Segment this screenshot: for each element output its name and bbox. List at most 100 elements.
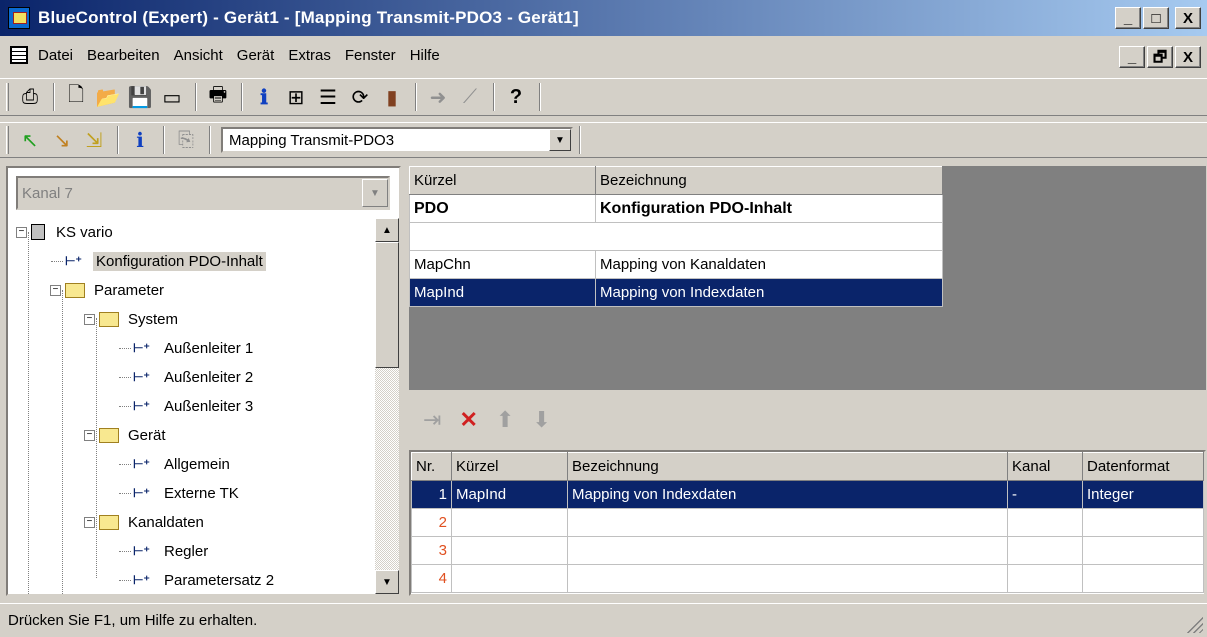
menu-hilfe[interactable]: Hilfe (410, 47, 440, 64)
tree-item[interactable]: ⊢⁺ Regler (119, 537, 211, 565)
column-header-bezeichnung[interactable]: Bezeichnung (595, 166, 943, 195)
column-header-datenformat[interactable]: Datenformat (1082, 452, 1204, 481)
tree-item[interactable]: ⊢⁺ Außenleiter 1 (119, 334, 256, 362)
menu-ansicht[interactable]: Ansicht (174, 47, 223, 64)
scroll-up-icon[interactable]: ▲ (375, 218, 399, 242)
tree-item[interactable]: ⊢⁺ Außenleiter 3 (119, 392, 256, 420)
tree-guide (28, 232, 29, 594)
tree-item[interactable]: − Parameter (50, 276, 167, 304)
toolbar-grip[interactable] (6, 83, 9, 111)
column-header-nr[interactable]: Nr. (411, 452, 452, 481)
mapping-select[interactable]: Mapping Transmit-PDO3 ▼ (221, 127, 573, 153)
column-header-kuerzel[interactable]: Kürzel (409, 166, 596, 195)
tree-item[interactable]: ⊢⁺ Konfiguration PDO-Inhalt (51, 247, 266, 275)
device-icon[interactable]: ▮ (377, 83, 407, 111)
mdi-restore-button[interactable]: 🗗 (1147, 46, 1173, 68)
tree-item-label: KS vario (56, 223, 113, 241)
column-header-bezeichnung[interactable]: Bezeichnung (567, 452, 1008, 481)
info-arrow-icon[interactable]: ℹ (125, 126, 155, 154)
tree-item[interactable]: ⊢⁺ Außenleiter 2 (119, 363, 256, 391)
refresh-icon[interactable]: ⟳ (345, 83, 375, 111)
move-down-icon[interactable]: ⬇ (532, 407, 550, 433)
scroll-down-icon[interactable]: ▼ (375, 570, 399, 594)
new-icon[interactable]: 🗋 (61, 83, 91, 111)
collapse-icon[interactable]: − (84, 516, 95, 528)
mdi-close-button[interactable]: X (1175, 46, 1201, 68)
tree-connector (119, 464, 131, 465)
toolbar-separator (163, 126, 165, 154)
cell-kanal: - (1007, 480, 1083, 509)
print-icon[interactable]: 🖶 (203, 83, 233, 111)
save-icon[interactable]: 💾 (125, 83, 155, 111)
table-row-selected[interactable]: MapInd Mapping von Indexdaten (409, 278, 943, 307)
arrow-expand-icon[interactable]: ⇲ (79, 126, 109, 154)
table-row[interactable]: 4 (411, 564, 1204, 593)
tree-item-label: Konfiguration PDO-Inhalt (93, 251, 266, 271)
help-icon[interactable]: ? (501, 83, 531, 111)
arrow-downright-icon[interactable]: ↘ (47, 126, 77, 154)
chevron-down-icon[interactable]: ▼ (362, 179, 388, 207)
table-row[interactable]: 2 (411, 508, 1204, 537)
tree-connector (119, 580, 131, 581)
mdi-minimize-button[interactable]: _ (1119, 46, 1145, 68)
app-icon[interactable] (8, 7, 30, 29)
tree-connector (119, 406, 131, 407)
scroll-thumb[interactable] (375, 242, 399, 368)
table-row[interactable]: 3 (411, 536, 1204, 565)
tree-item-label: Außenleiter 2 (164, 368, 254, 386)
folder-icon (99, 514, 119, 530)
column-header-kuerzel[interactable]: Kürzel (451, 452, 568, 481)
table-row-selected[interactable]: 1 MapInd Mapping von Indexdaten - Intege… (411, 480, 1204, 509)
table-row[interactable]: MapChn Mapping von Kanaldaten (409, 250, 943, 279)
column-header-kanal[interactable]: Kanal (1007, 452, 1083, 481)
cell-kuerzel (451, 536, 568, 565)
insert-icon[interactable]: ⇥ (423, 407, 441, 433)
table-row[interactable]: PDO Konfiguration PDO-Inhalt (409, 194, 943, 223)
tree-item[interactable]: ⊢⁺ Externe TK (119, 479, 242, 507)
maximize-button[interactable]: □ (1143, 7, 1169, 29)
table-header: Kürzel Bezeichnung (409, 166, 943, 195)
cell-bezeichnung: Mapping von Indexdaten (567, 480, 1008, 509)
tree-connector (119, 493, 131, 494)
menu-geraet[interactable]: Gerät (237, 47, 275, 64)
tree-item[interactable]: ⊢⁺ Parametersatz 2 (119, 566, 277, 594)
toolbar-separator (539, 83, 541, 111)
tree-scrollbar[interactable]: ▲ ▼ (375, 218, 399, 594)
copy-icon[interactable]: ⎘ (171, 126, 201, 154)
collapse-icon[interactable]: − (50, 284, 61, 296)
move-up-icon[interactable]: ⬆ (496, 407, 514, 433)
menu-bearbeiten[interactable]: Bearbeiten (87, 47, 160, 64)
tree-item[interactable]: ⊢⁺ Allgemein (119, 450, 233, 478)
menu-datei[interactable]: Datei (38, 47, 73, 64)
window-icon[interactable]: ▭ (157, 83, 187, 111)
kanal-select[interactable]: Kanal 7 ▼ (16, 176, 390, 210)
tree-icon[interactable]: ⊞ (281, 83, 311, 111)
collapse-icon[interactable]: − (16, 226, 27, 238)
tree-item[interactable]: − System (84, 305, 181, 333)
properties-icon[interactable]: ⎙ (15, 83, 45, 111)
mapping-actions: ⇥ ✕ ⬆ ⬇ (409, 394, 1206, 446)
minimize-button[interactable]: _ (1115, 7, 1141, 29)
title-bar: BlueControl (Expert) - Gerät1 - [Mapping… (0, 0, 1207, 36)
chevron-down-icon[interactable]: ▼ (549, 129, 571, 151)
close-button[interactable]: X (1175, 7, 1201, 29)
menu-extras[interactable]: Extras (288, 47, 331, 64)
open-icon[interactable]: 📂 (93, 83, 123, 111)
mapping-toolbar: ↖ ↘ ⇲ ℹ ⎘ Mapping Transmit-PDO3 ▼ (0, 122, 1207, 158)
list-icon[interactable]: ☰ (313, 83, 343, 111)
arrow-upleft-icon[interactable]: ↖ (15, 126, 45, 154)
delete-icon[interactable]: ✕ (459, 407, 477, 433)
chart-icon[interactable]: ⟋ (455, 83, 485, 111)
collapse-icon[interactable]: − (84, 429, 95, 441)
cell-nr: 1 (411, 480, 452, 509)
resize-grip-icon[interactable] (1187, 617, 1203, 633)
info-icon[interactable]: ℹ (249, 83, 279, 111)
document-icon[interactable] (10, 46, 28, 64)
toolbar-grip[interactable] (6, 126, 9, 154)
collapse-icon[interactable]: − (84, 313, 95, 325)
tree-item[interactable]: − Kanaldaten (84, 508, 207, 536)
tree-item[interactable]: − KS vario (16, 218, 116, 246)
transfer-icon[interactable]: ➜ (423, 83, 453, 111)
menu-fenster[interactable]: Fenster (345, 47, 396, 64)
cell-datenformat (1082, 536, 1204, 565)
